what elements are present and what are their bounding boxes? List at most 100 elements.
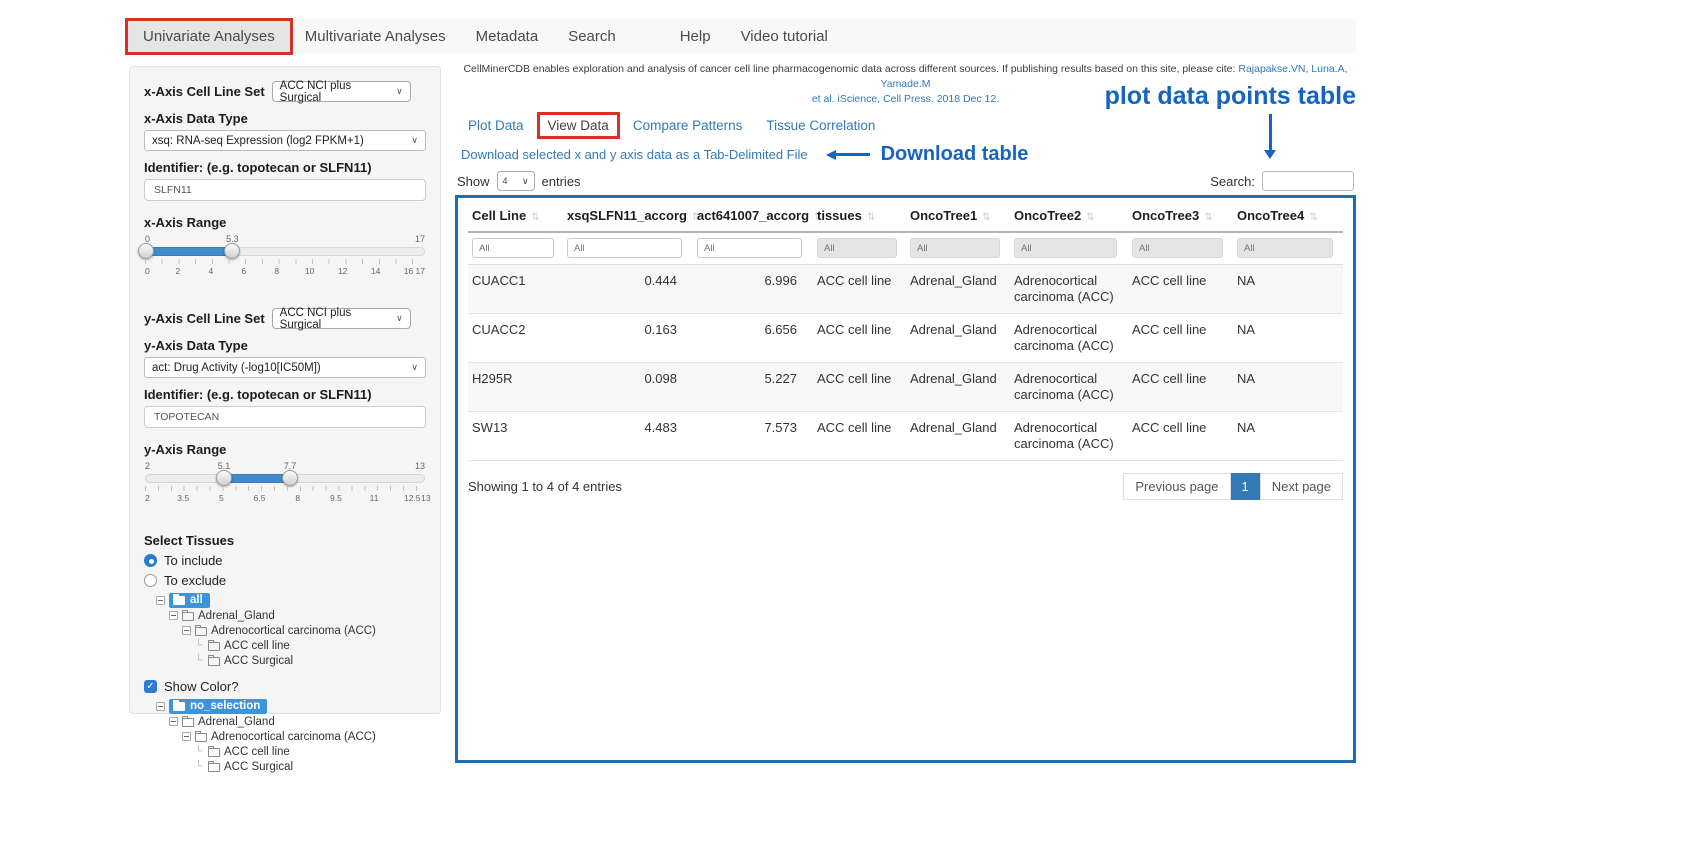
tree-node-acc-surgical[interactable]: └ ACC Surgical bbox=[195, 759, 426, 774]
tree-node-label: ACC Surgical bbox=[224, 761, 293, 773]
collapse-icon[interactable] bbox=[182, 732, 191, 741]
xsq-value-cell: 0.098 bbox=[563, 363, 693, 412]
tab-view-data[interactable]: View Data bbox=[537, 112, 620, 139]
tick-label: 6 bbox=[241, 266, 246, 276]
x-axis-data-type-select[interactable]: xsq: RNA-seq Expression (log2 FPKM+1) ∨ bbox=[144, 130, 426, 151]
tab-compare-patterns[interactable]: Compare Patterns bbox=[633, 118, 743, 133]
y-axis-data-type-select[interactable]: act: Drug Activity (-log10[IC50M]) ∨ bbox=[144, 357, 426, 378]
tick-label: 0 bbox=[145, 266, 150, 276]
tree-node-adrenocortical-carcinoma[interactable]: Adrenocortical carcinoma (ACC) bbox=[182, 623, 426, 638]
oncotree3-cell: ACC cell line bbox=[1128, 265, 1233, 314]
oncotree1-cell: Adrenal_Gland bbox=[906, 412, 1010, 461]
tree-node-acc-surgical[interactable]: └ ACC Surgical bbox=[195, 653, 426, 668]
oncotree4-cell: NA bbox=[1233, 412, 1343, 461]
y-axis-data-type-value: act: Drug Activity (-log10[IC50M]) bbox=[152, 362, 321, 374]
y-axis-data-type-label: y-Axis Data Type bbox=[144, 338, 426, 353]
radio-to-exclude[interactable]: To exclude bbox=[144, 573, 426, 588]
filter-cell-line[interactable] bbox=[472, 238, 554, 258]
select-tissues-title: Select Tissues bbox=[144, 533, 426, 548]
oncotree1-cell: Adrenal_Gland bbox=[906, 265, 1010, 314]
column-header-oncotree4[interactable]: OncoTree4⇅ bbox=[1233, 198, 1343, 232]
x-identifier-input[interactable] bbox=[144, 179, 426, 201]
x-range-to-handle[interactable] bbox=[224, 243, 240, 259]
download-table-annotation: Download table bbox=[881, 143, 1029, 166]
column-header-oncotree2[interactable]: OncoTree2⇅ bbox=[1010, 198, 1128, 232]
collapse-icon[interactable] bbox=[156, 596, 165, 605]
oncotree1-cell: Adrenal_Gland bbox=[906, 314, 1010, 363]
page-number-button[interactable]: 1 bbox=[1231, 473, 1260, 500]
column-header-oncotree3[interactable]: OncoTree3⇅ bbox=[1128, 198, 1233, 232]
y-identifier-label: Identifier: (e.g. topotecan or SLFN11) bbox=[144, 387, 426, 402]
tree-node-acc-cell-line[interactable]: └ ACC cell line bbox=[195, 744, 426, 759]
column-header-act[interactable]: act641007_accorg⇅ bbox=[693, 198, 813, 232]
include-tissue-tree: all Adrenal_Gland Adrenocortical carcino… bbox=[156, 593, 426, 668]
annotation-arrow-down-icon bbox=[1269, 114, 1272, 150]
table-row: CUACC2 0.163 6.656 ACC cell line Adrenal… bbox=[468, 314, 1343, 363]
nav-item-metadata[interactable]: Metadata bbox=[461, 21, 554, 52]
table-row: H295R 0.098 5.227 ACC cell line Adrenal_… bbox=[468, 363, 1343, 412]
tree-node-no-selection[interactable]: no_selection bbox=[156, 699, 426, 714]
chevron-down-icon: ∨ bbox=[522, 176, 529, 187]
tissues-cell: ACC cell line bbox=[813, 363, 906, 412]
main-content: CellMinerCDB enables exploration and ana… bbox=[455, 62, 1356, 763]
collapse-icon[interactable] bbox=[169, 717, 178, 726]
filter-oncotree3[interactable] bbox=[1132, 238, 1223, 258]
oncotree2-cell: Adrenocortical carcinoma (ACC) bbox=[1010, 265, 1128, 314]
cell-line-cell: CUACC1 bbox=[468, 265, 563, 314]
x-axis-cell-line-set-select[interactable]: ACC NCI plus Surgical ∨ bbox=[272, 81, 411, 102]
filter-act[interactable] bbox=[697, 238, 802, 258]
filter-xsq[interactable] bbox=[567, 238, 682, 258]
chevron-down-icon: ∨ bbox=[411, 135, 418, 146]
nav-item-multivariate-analyses[interactable]: Multivariate Analyses bbox=[290, 21, 461, 52]
filter-oncotree2[interactable] bbox=[1014, 238, 1117, 258]
y-range-from-handle[interactable] bbox=[216, 470, 232, 486]
column-header-xsq[interactable]: xsqSLFN11_accorg⇅ bbox=[563, 198, 693, 232]
column-header-cell-line[interactable]: Cell Line⇅ bbox=[468, 198, 563, 232]
tree-node-all[interactable]: all bbox=[156, 593, 426, 608]
y-identifier-input[interactable] bbox=[144, 406, 426, 428]
x-identifier-label: Identifier: (e.g. topotecan or SLFN11) bbox=[144, 160, 426, 175]
y-axis-cell-line-set-select[interactable]: ACC NCI plus Surgical ∨ bbox=[272, 308, 411, 329]
collapse-icon[interactable] bbox=[156, 702, 165, 711]
checkbox-checked-icon: ✓ bbox=[144, 680, 157, 693]
column-header-tissues[interactable]: tissues⇅ bbox=[813, 198, 906, 232]
next-page-button[interactable]: Next page bbox=[1260, 473, 1343, 500]
filter-oncotree4[interactable] bbox=[1237, 238, 1333, 258]
nav-item-video-tutorial[interactable]: Video tutorial bbox=[726, 21, 843, 52]
page-size-select[interactable]: 4 ∨ bbox=[497, 171, 535, 191]
radio-to-include[interactable]: To include bbox=[144, 553, 426, 568]
tree-elbow-icon: └ bbox=[195, 762, 204, 772]
tick-label: 12.5 bbox=[404, 493, 421, 503]
xsq-value-cell: 0.163 bbox=[563, 314, 693, 363]
tree-node-adrenocortical-carcinoma[interactable]: Adrenocortical carcinoma (ACC) bbox=[182, 729, 426, 744]
tab-tissue-correlation[interactable]: Tissue Correlation bbox=[766, 118, 875, 133]
table-search-input[interactable] bbox=[1262, 171, 1354, 191]
folder-icon bbox=[182, 718, 194, 727]
tick-label: 2 bbox=[176, 266, 181, 276]
filter-oncotree1[interactable] bbox=[910, 238, 1000, 258]
collapse-icon[interactable] bbox=[182, 626, 191, 635]
nav-item-help[interactable]: Help bbox=[665, 21, 726, 52]
nav-item-search[interactable]: Search bbox=[553, 21, 631, 52]
y-range-to-handle[interactable] bbox=[282, 470, 298, 486]
tree-node-label: ACC Surgical bbox=[224, 655, 293, 667]
top-navbar: Univariate Analyses Multivariate Analyse… bbox=[128, 19, 1356, 53]
column-header-oncotree1[interactable]: OncoTree1⇅ bbox=[906, 198, 1010, 232]
show-color-checkbox-row[interactable]: ✓ Show Color? bbox=[144, 679, 426, 694]
nav-item-univariate-analyses[interactable]: Univariate Analyses bbox=[128, 21, 290, 52]
tree-node-adrenal-gland[interactable]: Adrenal_Gland bbox=[169, 714, 426, 729]
folder-icon bbox=[208, 763, 220, 772]
x-range-from-handle[interactable] bbox=[138, 243, 154, 259]
download-tab-delimited-link[interactable]: Download selected x and y axis data as a… bbox=[461, 147, 808, 162]
tree-node-adrenal-gland[interactable]: Adrenal_Gland bbox=[169, 608, 426, 623]
cell-line-cell: CUACC2 bbox=[468, 314, 563, 363]
oncotree4-cell: NA bbox=[1233, 363, 1343, 412]
tree-node-acc-cell-line[interactable]: └ ACC cell line bbox=[195, 638, 426, 653]
y-axis-cell-line-set-label: y-Axis Cell Line Set bbox=[144, 311, 265, 326]
tab-plot-data[interactable]: Plot Data bbox=[468, 118, 524, 133]
tree-node-label: all bbox=[190, 594, 203, 606]
collapse-icon[interactable] bbox=[169, 611, 178, 620]
filter-tissues[interactable] bbox=[817, 238, 897, 258]
sort-icon: ⇅ bbox=[982, 212, 990, 223]
previous-page-button[interactable]: Previous page bbox=[1123, 473, 1230, 500]
